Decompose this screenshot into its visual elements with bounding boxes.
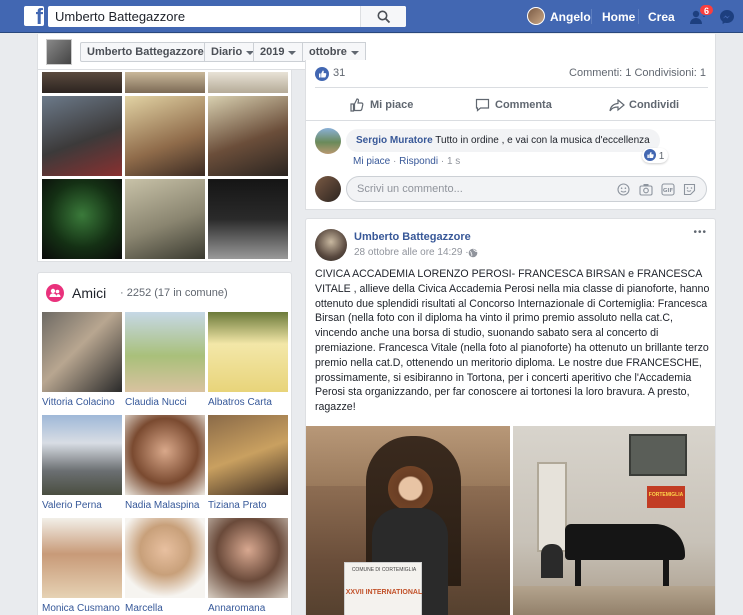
friend-photo[interactable] <box>125 415 205 495</box>
search-input[interactable]: Umberto Battegazzore <box>55 9 185 24</box>
friend-photo[interactable] <box>208 415 288 495</box>
friend-name[interactable]: Annaromana <box>208 603 265 614</box>
friend-name[interactable]: Valerio Perna <box>42 500 102 511</box>
comment-button[interactable]: Commenta <box>495 99 552 111</box>
friend-photo[interactable] <box>42 312 122 392</box>
photo-thumbnail[interactable] <box>125 96 205 176</box>
photos-grid <box>37 70 292 262</box>
friend-name[interactable]: Monica Cusmano <box>42 603 120 614</box>
friend-photo[interactable] <box>208 312 288 392</box>
like-reaction-icon <box>644 149 656 161</box>
comment-input[interactable]: Scrivi un commento... GIF <box>346 176 707 202</box>
photo-thumbnail[interactable] <box>208 72 288 93</box>
friend-photo[interactable] <box>125 312 205 392</box>
create-link[interactable]: Crea <box>648 10 675 24</box>
gif-icon[interactable]: GIF <box>661 183 675 196</box>
post-timestamp[interactable]: 28 ottobre alle ore 14:29 · <box>354 247 469 258</box>
comment-likes-count: 1 <box>658 151 665 162</box>
comment-like-link[interactable]: Mi piace <box>353 156 390 167</box>
month-dropdown[interactable]: ottobre <box>302 42 366 62</box>
post-text: CIVICA ACCADEMIA LORENZO PEROSI- FRANCES… <box>315 268 710 414</box>
share-button[interactable]: Condividi <box>629 99 679 111</box>
notification-badge: 6 <box>699 4 715 16</box>
camera-icon[interactable] <box>639 183 653 196</box>
post-card: 31 Commenti: 1 Condivisioni: 1 Mi piace … <box>305 60 716 210</box>
friend-photo[interactable] <box>125 518 205 598</box>
friend-photo[interactable] <box>208 518 288 598</box>
photo-thumbnail[interactable] <box>125 179 205 259</box>
photo-thumbnail[interactable] <box>208 179 288 259</box>
post-options-icon[interactable]: ••• <box>693 227 707 238</box>
comment-bubble: Sergio Muratore Tutto in ordine , e vai … <box>346 129 660 152</box>
divider <box>315 87 708 88</box>
post-card: Umberto Battegazzore 28 ottobre alle ore… <box>305 218 716 615</box>
post-photo[interactable]: FORTEMIGLIA <box>513 426 715 615</box>
emoji-icon[interactable] <box>617 183 630 196</box>
diploma-subtitle: COMUNE DI CORTEMIGLIA <box>351 567 417 573</box>
search-icon <box>377 10 391 24</box>
like-reaction-icon <box>315 67 329 81</box>
profile-thumbnail[interactable] <box>46 39 72 65</box>
comment-actions: Mi piace · Rispondi · 1 s <box>353 156 460 167</box>
sticker-icon[interactable] <box>683 183 696 196</box>
globe-icon[interactable] <box>468 248 478 258</box>
comment-input-placeholder: Scrivi un commento... <box>357 183 463 195</box>
friend-photo[interactable] <box>42 518 122 598</box>
commenter-avatar[interactable] <box>315 128 341 154</box>
nav-divider <box>638 9 639 24</box>
facebook-logo-icon[interactable]: f <box>24 6 44 26</box>
photo-thumbnail[interactable] <box>208 96 288 176</box>
friends-count: · 2252 (17 in comune) <box>120 287 228 299</box>
friend-name[interactable]: Albatros Carta <box>208 397 272 408</box>
comments-shares-count[interactable]: Commenti: 1 Condivisioni: 1 <box>569 67 706 79</box>
friend-name[interactable]: Vittoria Colacino <box>42 397 115 408</box>
banner-text: FORTEMIGLIA <box>648 492 684 498</box>
friend-name[interactable]: Claudia Nucci <box>125 397 187 408</box>
current-user-avatar <box>315 176 341 202</box>
profile-name-button[interactable]: Umberto Battegazzore <box>80 42 211 62</box>
friend-name[interactable]: Tiziana Prato <box>208 500 267 511</box>
friend-name[interactable]: Nadia Malaspina <box>125 500 200 511</box>
diploma-title: XXVII INTERNATIONAL <box>345 589 423 596</box>
profile-link[interactable]: Angelo <box>550 10 591 24</box>
post-author-avatar[interactable] <box>315 229 347 261</box>
svg-text:GIF: GIF <box>663 188 674 194</box>
year-dropdown[interactable]: 2019 <box>253 42 304 62</box>
photo-thumbnail[interactable] <box>42 72 122 93</box>
nav-divider <box>591 9 592 24</box>
friends-card: Amici · 2252 (17 in comune) Vittoria Col… <box>37 272 292 615</box>
search-bar[interactable]: Umberto Battegazzore <box>48 6 406 27</box>
home-link[interactable]: Home <box>602 10 635 24</box>
comment-time[interactable]: 1 s <box>447 156 460 167</box>
photo-thumbnail[interactable] <box>125 72 205 93</box>
search-button[interactable] <box>360 6 406 27</box>
comment-text: Tutto in ordine , e vai con la musica d'… <box>435 135 650 146</box>
post-photo[interactable]: COMUNE DI CORTEMIGLIA XXVII INTERNATIONA… <box>306 426 510 615</box>
photo-thumbnail[interactable] <box>42 96 122 176</box>
user-avatar[interactable] <box>527 7 545 25</box>
photo-thumbnail[interactable] <box>42 179 122 259</box>
friends-icon <box>46 284 64 302</box>
messenger-icon[interactable] <box>719 9 735 25</box>
top-navigation-bar: f Umberto Battegazzore Angelo Home Crea … <box>0 0 743 33</box>
comment-author[interactable]: Sergio Muratore <box>356 135 433 146</box>
thumbs-up-icon <box>350 98 364 112</box>
divider <box>306 120 715 121</box>
post-author-name[interactable]: Umberto Battegazzore <box>354 231 471 243</box>
comment-reactions[interactable]: 1 <box>642 148 669 163</box>
like-button[interactable]: Mi piace <box>370 99 413 111</box>
friend-name[interactable]: Marcella <box>125 603 163 614</box>
share-icon <box>609 99 625 112</box>
friend-photo[interactable] <box>42 415 122 495</box>
reactions-count[interactable]: 31 <box>333 67 345 79</box>
friends-title[interactable]: Amici <box>72 285 106 301</box>
comment-icon <box>475 98 490 112</box>
comment-reply-link[interactable]: Rispondi <box>399 156 438 167</box>
